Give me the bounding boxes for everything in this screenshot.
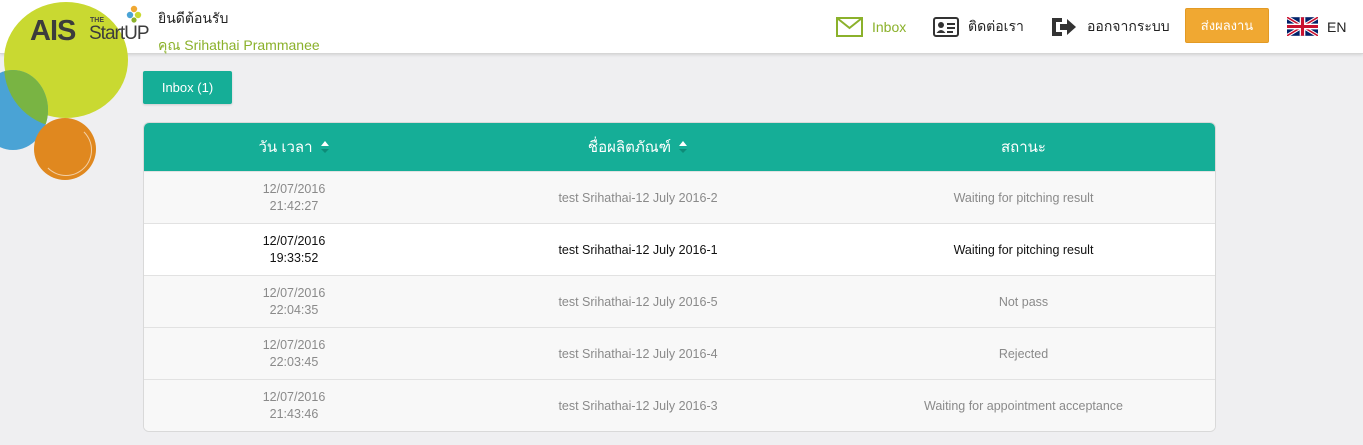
cell-product: test Srihathai-12 July 2016-1 bbox=[558, 242, 718, 257]
table-row[interactable]: 12/07/2016 22:04:35 test Srihathai-12 Ju… bbox=[144, 275, 1215, 327]
nav-inbox-link[interactable]: Inbox bbox=[836, 0, 906, 53]
cell-status: Rejected bbox=[998, 346, 1049, 361]
table-row[interactable]: 12/07/2016 19:33:52 test Srihathai-12 Ju… bbox=[144, 223, 1215, 275]
logo-dots-icon bbox=[126, 5, 142, 23]
cell-product: test Srihathai-12 July 2016-3 bbox=[558, 398, 718, 413]
nav-logout-label: ออกจากระบบ bbox=[1087, 17, 1170, 34]
user-name: คุณ Srihathai Prammanee bbox=[158, 37, 320, 53]
contact-card-icon bbox=[933, 16, 959, 37]
logo-startup-text: StartUP bbox=[89, 23, 150, 44]
cell-status: Waiting for pitching result bbox=[953, 190, 1094, 205]
column-header-datetime[interactable]: วัน เวลา bbox=[144, 123, 444, 171]
cell-status: Waiting for pitching result bbox=[953, 242, 1094, 257]
sort-caret-icon[interactable] bbox=[320, 140, 330, 154]
ais-startup-logo[interactable]: AIS THE StartUP bbox=[30, 5, 150, 49]
submit-work-button[interactable]: ส่งผลงาน bbox=[1185, 8, 1269, 43]
envelope-icon bbox=[836, 16, 863, 37]
uk-flag-icon bbox=[1287, 17, 1318, 36]
nav-contact-link[interactable]: ติดต่อเรา bbox=[933, 0, 1024, 53]
column-header-status: สถานะ bbox=[832, 123, 1215, 171]
logo-ais-text: AIS bbox=[30, 15, 76, 47]
cell-datetime: 12/07/2016 19:33:52 bbox=[144, 224, 444, 275]
welcome-block: ยินดีต้อนรับ คุณ Srihathai Prammanee bbox=[158, 8, 320, 57]
cell-datetime: 12/07/2016 21:43:46 bbox=[144, 380, 444, 431]
cell-time: 22:03:45 bbox=[269, 354, 319, 369]
cell-product: test Srihathai-12 July 2016-5 bbox=[558, 294, 718, 309]
cell-product: test Srihathai-12 July 2016-2 bbox=[558, 190, 718, 205]
cell-date: 12/07/2016 bbox=[262, 285, 326, 300]
cell-time: 21:43:46 bbox=[269, 406, 319, 421]
cell-time: 22:04:35 bbox=[269, 302, 319, 317]
decor-circle-orange bbox=[34, 118, 96, 180]
table-row[interactable]: 12/07/2016 22:03:45 test Srihathai-12 Ju… bbox=[144, 327, 1215, 379]
cell-status: Waiting for appointment acceptance bbox=[924, 398, 1123, 413]
column-header-product[interactable]: ชื่อผลิตภัณฑ์ bbox=[444, 123, 832, 171]
table-row[interactable]: 12/07/2016 21:43:46 test Srihathai-12 Ju… bbox=[144, 379, 1215, 431]
language-label: EN bbox=[1327, 18, 1347, 35]
sort-caret-icon[interactable] bbox=[678, 140, 688, 154]
column-header-label: ชื่อผลิตภัณฑ์ bbox=[587, 139, 672, 156]
cell-datetime: 12/07/2016 21:42:27 bbox=[144, 172, 444, 223]
cell-date: 12/07/2016 bbox=[262, 233, 326, 248]
table-row[interactable]: 12/07/2016 21:42:27 test Srihathai-12 Ju… bbox=[144, 171, 1215, 223]
cell-product: test Srihathai-12 July 2016-4 bbox=[558, 346, 718, 361]
nav-inbox-label: Inbox bbox=[872, 18, 907, 35]
welcome-text: ยินดีต้อนรับ bbox=[158, 10, 229, 26]
cell-time: 21:42:27 bbox=[269, 198, 319, 213]
inbox-tab-button[interactable]: Inbox (1) bbox=[143, 71, 232, 104]
logout-arrow-icon bbox=[1050, 16, 1078, 38]
cell-date: 12/07/2016 bbox=[262, 389, 326, 404]
column-header-label: วัน เวลา bbox=[258, 139, 313, 156]
column-header-label: สถานะ bbox=[1001, 139, 1046, 156]
table-header: วัน เวลา ชื่อผลิตภัณฑ์ สถานะ bbox=[144, 123, 1215, 171]
cell-status: Not pass bbox=[998, 294, 1049, 309]
nav-contact-label: ติดต่อเรา bbox=[968, 17, 1024, 34]
cell-datetime: 12/07/2016 22:04:35 bbox=[144, 276, 444, 327]
cell-time: 19:33:52 bbox=[269, 250, 319, 265]
cell-datetime: 12/07/2016 22:03:45 bbox=[144, 328, 444, 379]
language-switch[interactable]: EN bbox=[1287, 0, 1346, 53]
cell-date: 12/07/2016 bbox=[262, 181, 326, 196]
cell-date: 12/07/2016 bbox=[262, 337, 326, 352]
inbox-table: วัน เวลา ชื่อผลิตภัณฑ์ สถานะ 12/07/2016 … bbox=[143, 122, 1216, 432]
nav-logout-link[interactable]: ออกจากระบบ bbox=[1050, 0, 1170, 53]
